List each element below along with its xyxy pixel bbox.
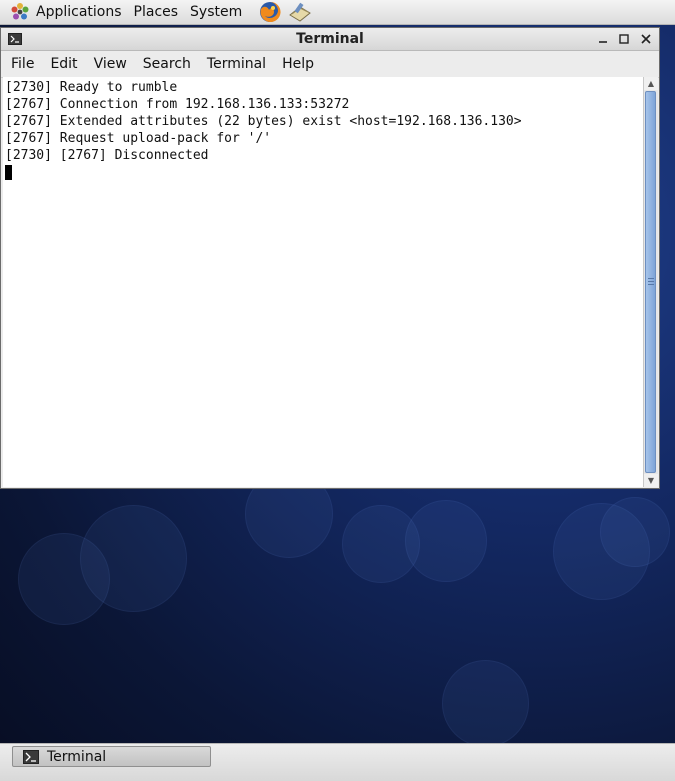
places-menu[interactable]: Places (128, 0, 185, 24)
minimize-button[interactable] (594, 30, 612, 48)
close-icon (641, 34, 651, 44)
menubar: File Edit View Search Terminal Help (1, 51, 659, 78)
terminal-icon (23, 749, 39, 764)
menu-help[interactable]: Help (274, 51, 322, 77)
firefox-icon (260, 1, 281, 22)
notes-launcher[interactable] (288, 0, 312, 24)
terminal-line: [2767] Connection from 192.168.136.133:5… (5, 97, 350, 112)
window-title: Terminal (296, 31, 364, 47)
scroll-grip-icon (648, 278, 654, 287)
scroll-thumb[interactable] (645, 91, 656, 473)
terminal-output[interactable]: [2730] Ready to rumble [2767] Connection… (3, 77, 644, 487)
menu-search[interactable]: Search (135, 51, 199, 77)
system-label: System (190, 4, 243, 20)
menu-file[interactable]: File (3, 51, 42, 77)
terminal-line: [2767] Request upload-pack for '/' (5, 131, 272, 146)
applications-menu[interactable]: Applications (4, 0, 128, 24)
window-titlebar[interactable]: Terminal (1, 28, 659, 51)
terminal-line: [2730] [2767] Disconnected (5, 148, 209, 163)
desktop-bubble (18, 533, 110, 625)
places-label: Places (133, 4, 179, 20)
notes-icon (289, 2, 312, 22)
desktop-bubble (405, 500, 487, 582)
menu-edit[interactable]: Edit (42, 51, 85, 77)
terminal-cursor (5, 165, 12, 180)
desktop-bubble (600, 497, 670, 567)
system-menu[interactable]: System (184, 0, 248, 24)
taskbar-terminal-button[interactable]: Terminal (12, 746, 211, 767)
taskbar-terminal-label: Terminal (47, 748, 107, 765)
applications-icon (11, 3, 29, 20)
terminal-line: [2767] Extended attributes (22 bytes) ex… (5, 114, 522, 129)
desktop-bubble (442, 660, 529, 747)
menu-view[interactable]: View (86, 51, 135, 77)
scroll-up-arrow[interactable]: ▲ (644, 77, 658, 90)
menu-terminal[interactable]: Terminal (199, 51, 274, 77)
top-panel: Applications Places System (0, 0, 675, 25)
vertical-scrollbar[interactable]: ▲ ▼ (643, 77, 658, 487)
firefox-launcher[interactable] (258, 0, 282, 24)
terminal-line: [2730] Ready to rumble (5, 80, 178, 95)
scroll-down-arrow[interactable]: ▼ (644, 474, 658, 487)
bottom-panel: Terminal (0, 743, 675, 781)
maximize-icon (619, 34, 629, 44)
maximize-button[interactable] (615, 30, 633, 48)
close-button[interactable] (637, 30, 655, 48)
terminal-window: Terminal File Edit View Search Terminal … (0, 27, 660, 489)
minimize-icon (599, 41, 607, 43)
applications-label: Applications (36, 4, 122, 20)
